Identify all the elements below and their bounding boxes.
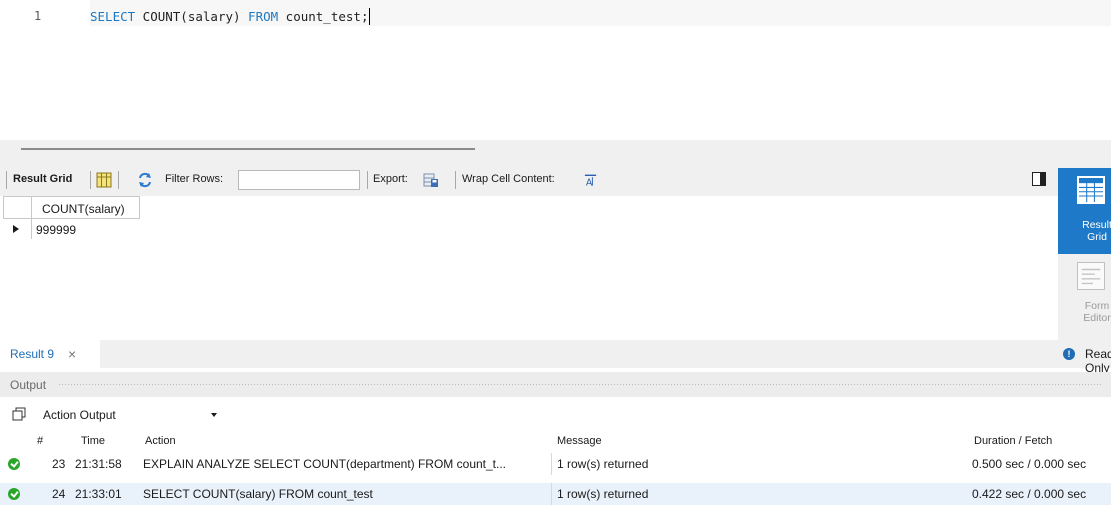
column-divider — [551, 483, 552, 505]
refresh-icon[interactable] — [137, 172, 153, 188]
chevron-down-icon — [211, 413, 217, 417]
sql-code[interactable]: SELECT COUNT(salary) FROM count_test; — [90, 8, 371, 25]
export-icon[interactable] — [423, 172, 439, 188]
wrap-cell-content-label: Wrap Cell Content: — [462, 173, 555, 185]
toolbar-separator — [6, 171, 7, 189]
form-editor-view-button[interactable]: Form Editor — [1058, 256, 1111, 342]
row-message: 1 row(s) returned — [557, 487, 649, 501]
svg-text:A: A — [586, 178, 593, 188]
output-mode-select[interactable]: Action Output — [36, 403, 226, 425]
sql-token-table: count_test; — [278, 9, 369, 24]
row-time: 21:31:58 — [75, 457, 122, 471]
sql-editor[interactable]: 1 SELECT COUNT(salary) FROM count_test; — [0, 0, 1111, 140]
result-grid[interactable]: COUNT(salary) 999999 — [0, 196, 1058, 336]
row-time: 21:33:01 — [75, 487, 122, 501]
column-header[interactable]: Duration / Fetch — [974, 435, 1052, 447]
text-caret — [369, 8, 371, 25]
table-row[interactable]: 23 21:31:58 EXPLAIN ANALYZE SELECT COUNT… — [0, 453, 1111, 475]
read-only-status: Read Only — [1085, 347, 1111, 375]
row-duration: 0.422 sec / 0.000 sec — [972, 487, 1087, 501]
copy-icon[interactable] — [12, 407, 26, 421]
line-number: 1 — [34, 9, 42, 23]
column-header[interactable]: # — [37, 435, 43, 447]
result-grid-view-button[interactable]: Result Grid — [1058, 168, 1111, 254]
grid-corner-header[interactable] — [3, 196, 32, 219]
horizontal-scrollbar[interactable] — [21, 148, 475, 150]
toolbar-separator — [118, 171, 119, 189]
panel-drag-handle[interactable] — [58, 383, 1103, 387]
toggle-side-panel-icon[interactable] — [1032, 172, 1046, 186]
info-icon: ! — [1063, 348, 1075, 360]
output-toolbar: Action Output — [0, 397, 1111, 431]
editor-gutter: 1 — [0, 0, 80, 28]
result-grid-icon — [1077, 176, 1105, 204]
editor-current-line[interactable]: SELECT COUNT(salary) FROM count_test; — [90, 0, 1111, 26]
column-header[interactable]: Message — [557, 435, 602, 447]
column-divider — [551, 453, 552, 475]
row-number: 24 — [52, 487, 66, 501]
toggle-columns-icon[interactable] — [96, 172, 112, 188]
output-panel-header: Output — [0, 372, 1111, 397]
row-action: EXPLAIN ANALYZE SELECT COUNT(department)… — [143, 457, 507, 471]
output-mode-value: Action Output — [43, 408, 116, 422]
table-row[interactable]: 24 21:33:01 SELECT COUNT(salary) FROM co… — [0, 483, 1111, 505]
editor-splitter[interactable] — [0, 140, 1111, 164]
form-editor-view-label: Form Editor — [1083, 300, 1111, 324]
toolbar-separator — [90, 171, 91, 189]
result-grid-view-label: Result Grid — [1082, 219, 1111, 243]
sql-keyword-from: FROM — [248, 9, 279, 24]
sql-keyword-select: SELECT — [90, 9, 136, 24]
form-editor-icon — [1077, 262, 1105, 290]
close-icon[interactable]: × — [68, 346, 76, 362]
success-icon — [8, 488, 20, 500]
filter-rows-input[interactable] — [238, 170, 360, 190]
wrap-text-icon[interactable]: A — [583, 172, 598, 188]
column-header[interactable]: COUNT(salary) — [31, 196, 140, 219]
result-grid-label[interactable]: Result Grid — [13, 173, 72, 185]
row-message: 1 row(s) returned — [557, 457, 649, 471]
output-title: Output — [10, 378, 47, 392]
output-table-header: # Time Action Message Duration / Fetch — [0, 431, 1111, 451]
current-row-marker — [3, 219, 32, 239]
result-side-panel: Result Grid Form Editor — [1058, 164, 1111, 368]
grid-cell[interactable]: 999999 — [36, 223, 76, 237]
result-toolbar: Result Grid Filter Rows: Export: Wrap Ce… — [0, 164, 1058, 196]
export-label: Export: — [373, 173, 408, 185]
column-header[interactable]: Action — [145, 435, 176, 447]
column-header[interactable]: Time — [81, 435, 105, 447]
tab-label: Result 9 — [10, 347, 55, 361]
result-tab-bar: Result 9 × ! Read Only — [0, 340, 1111, 375]
tab-result-9[interactable]: Result 9 × — [0, 340, 100, 368]
toolbar-separator — [455, 171, 456, 189]
sql-token-expression: COUNT(salary) — [135, 9, 249, 24]
tab-bar-background: ! Read Only — [100, 340, 1111, 375]
success-icon — [8, 458, 20, 470]
row-duration: 0.500 sec / 0.000 sec — [972, 457, 1087, 471]
row-action: SELECT COUNT(salary) FROM count_test — [143, 487, 373, 501]
toolbar-separator — [367, 171, 368, 189]
filter-rows-label: Filter Rows: — [165, 173, 224, 185]
row-number: 23 — [52, 457, 66, 471]
